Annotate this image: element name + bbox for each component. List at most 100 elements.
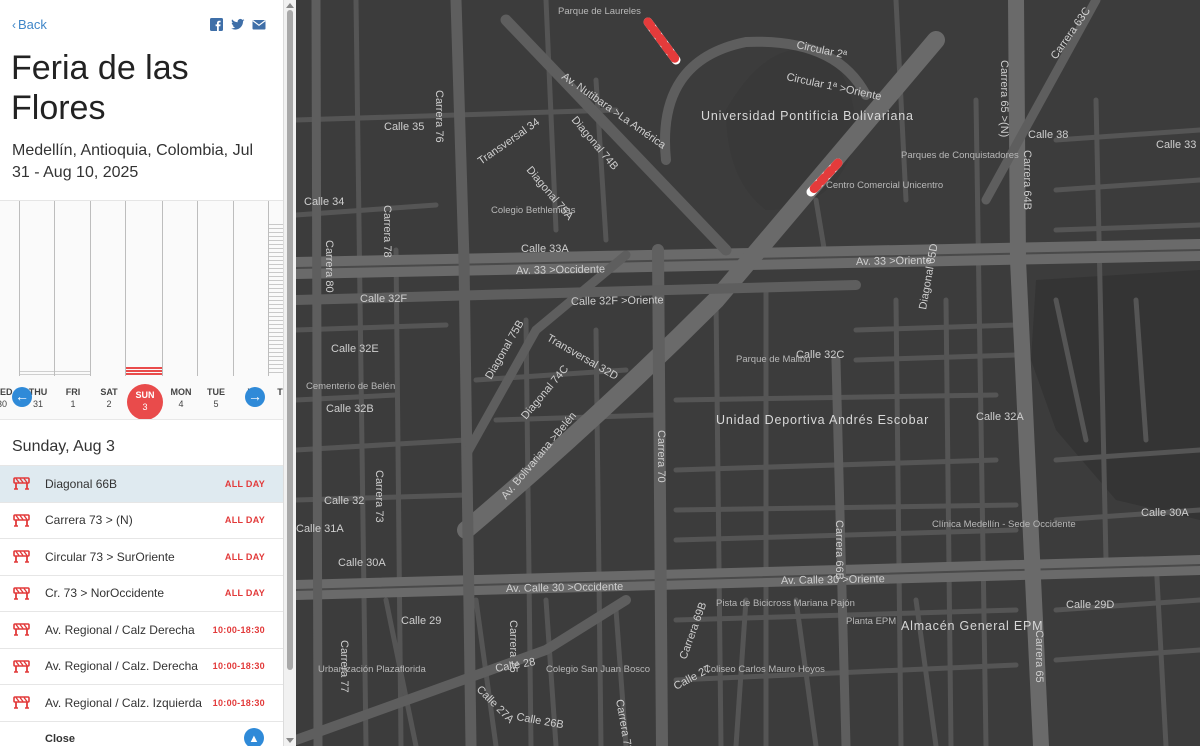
email-icon[interactable] — [252, 18, 266, 31]
map-label: Calle 32 — [324, 495, 364, 507]
event-sidebar: ‹ Back Feria de las Flores Medellín, Anti… — [0, 0, 283, 746]
day-t[interactable]: T — [262, 386, 283, 398]
chart-day-column — [198, 201, 234, 376]
scrollbar-thumb[interactable] — [287, 10, 293, 670]
chevron-up-icon[interactable]: ▲ — [244, 728, 264, 746]
map-label: Av. 33 >Oriente — [856, 255, 932, 268]
day-mon[interactable]: MON 4 — [163, 386, 199, 410]
map-label: Centro Comercial Unicentro — [826, 180, 943, 191]
road-barrier-icon — [13, 696, 30, 709]
closure-name: Diagonal 66B — [45, 476, 118, 491]
close-row[interactable]: Close ▲ — [0, 721, 283, 746]
closure-time: 10:00-18:30 — [212, 624, 265, 635]
closure-list-item[interactable]: Circular 73 > SurOriente ALL DAY — [0, 538, 283, 575]
day-of-week: SAT — [100, 387, 118, 397]
closure-list: Diagonal 66B ALL DAY Carrera 73 > (N) ALL D… — [0, 465, 283, 721]
closure-list-item[interactable]: Carrera 73 > (N) ALL DAY — [0, 501, 283, 539]
day-of-week: FRI — [65, 387, 81, 397]
day-of-week: MON — [170, 387, 192, 397]
map-canvas[interactable]: Parque de LaurelesCircular 2ªCircular 1ª… — [296, 0, 1200, 746]
map-label: Colegio San Juan Bosco — [546, 664, 650, 675]
day-of-week: SUN — [135, 390, 155, 400]
map-label: Carrera 77 — [338, 640, 350, 693]
map-label: Calle 30A — [338, 557, 386, 569]
scroll-down-icon[interactable] — [286, 738, 294, 743]
sidebar-topbar: ‹ Back — [12, 17, 269, 35]
map-label: Calle 33 — [1156, 139, 1196, 151]
back-link[interactable]: ‹ Back — [12, 17, 47, 32]
road-barrier-icon — [13, 477, 30, 490]
map-label: Calle 35 — [384, 121, 424, 133]
map-label: Carrera 64B — [1021, 150, 1033, 210]
closure-name: Circular 73 > SurOriente — [45, 549, 175, 564]
map-label: Calle 29 — [401, 615, 441, 627]
map-label: Calle 32F >Oriente — [571, 294, 664, 308]
facebook-icon[interactable] — [210, 18, 223, 31]
closure-time: 10:00-18:30 — [212, 697, 265, 708]
map-label: Carrera 75 — [507, 620, 519, 673]
road-barrier-icon — [13, 659, 30, 673]
map-label: Carrera 70 — [655, 430, 667, 483]
closure-time: ALL DAY — [224, 478, 265, 489]
map-label: Urbanización Plazaflorida — [318, 664, 426, 675]
twitter-icon[interactable] — [231, 18, 245, 31]
back-label: Back — [18, 17, 47, 32]
closure-time: ALL DAY — [224, 588, 265, 599]
map-label: Calle 32A — [976, 411, 1024, 423]
map-label: Av. Calle 30 >Oriente — [781, 573, 885, 587]
closure-list-item[interactable]: Diagonal 66B ALL DAY — [0, 465, 283, 502]
day-number: 2 — [106, 399, 112, 409]
day-of-week: TUE — [207, 387, 225, 397]
closure-name: Av. Regional / Calz. Izquierda — [45, 695, 202, 710]
map-label: Cementerio de Belén — [306, 381, 395, 392]
closure-list-item[interactable]: Av. Regional / Calz. Derecha 10:00-18:30 — [0, 647, 283, 685]
closure-time: ALL DAY — [224, 515, 265, 526]
closure-name: Cr. 73 > NorOccidente — [45, 586, 165, 601]
map-label: Unidad Deportiva Andrés Escobar — [716, 413, 929, 427]
map-label: Calle 29D — [1066, 599, 1114, 611]
day-fri[interactable]: FRI 1 — [55, 386, 91, 410]
closure-time: 10:00-18:30 — [212, 661, 265, 672]
map-label: Universidad Pontificia Bolivariana — [701, 109, 914, 123]
share-buttons — [210, 18, 266, 31]
closure-list-item[interactable]: Av. Regional / Calz. Izquierda 10:00-18:3… — [0, 684, 283, 721]
map-label: Calle 32B — [326, 403, 374, 415]
map-label: Carrera 65 >(N) — [998, 60, 1010, 137]
scroll-up-icon[interactable] — [286, 3, 294, 8]
map-label: Calle 31A — [296, 523, 344, 535]
road-barrier-icon — [13, 623, 30, 636]
map-label: Carrera 66B — [833, 520, 845, 580]
day-number: 5 — [213, 399, 219, 409]
closure-list-item[interactable]: Av. Regional / Calz Derecha 10:00-18:30 — [0, 611, 283, 648]
sidebar-scrollbar[interactable] — [283, 0, 296, 746]
arrow-left-icon[interactable]: ← — [12, 387, 32, 407]
road-barrier-icon — [13, 586, 30, 600]
chevron-left-icon: ‹ — [12, 18, 16, 32]
map-label: Av. 33 >Occidente — [516, 263, 605, 277]
arrow-right-icon[interactable]: → — [245, 387, 265, 407]
day-number: 1 — [70, 399, 76, 409]
map-label: Planta EPM — [846, 616, 896, 627]
map-label: Calle 32F — [360, 293, 407, 305]
closure-name: Av. Regional / Calz. Derecha — [45, 659, 198, 674]
day-tue[interactable]: TUE 5 — [198, 386, 234, 410]
day-number: 4 — [178, 399, 184, 409]
closure-time: ALL DAY — [224, 551, 265, 562]
day-sat[interactable]: SAT 2 — [91, 386, 127, 410]
closure-name: Av. Regional / Calz Derecha — [45, 622, 195, 637]
map-label: Coliseo Carlos Mauro Hoyos — [704, 664, 825, 675]
road-barrier-icon — [13, 513, 30, 527]
road-barrier-icon — [13, 550, 30, 563]
app-window: ‹ Back Feria de las Flores Medellín, Anti… — [0, 0, 1200, 746]
day-sun[interactable]: SUN 3 — [127, 384, 163, 419]
chart-day-column — [163, 201, 198, 376]
map-view[interactable]: Parque de Laureles Circular 2ª Circular 1ª… — [296, 0, 1200, 746]
map-label: Almacén General EPM — [901, 619, 1043, 633]
map-label: Carrera 78 — [381, 205, 393, 258]
close-label: Close — [45, 733, 75, 745]
day-of-week: T — [277, 387, 283, 397]
closure-name: Carrera 73 > (N) — [45, 513, 133, 528]
event-title: Feria de las Flores — [11, 49, 189, 127]
day-number: 3 — [142, 402, 148, 412]
closure-list-item[interactable]: Cr. 73 > NorOccidente ALL DAY — [0, 574, 283, 612]
